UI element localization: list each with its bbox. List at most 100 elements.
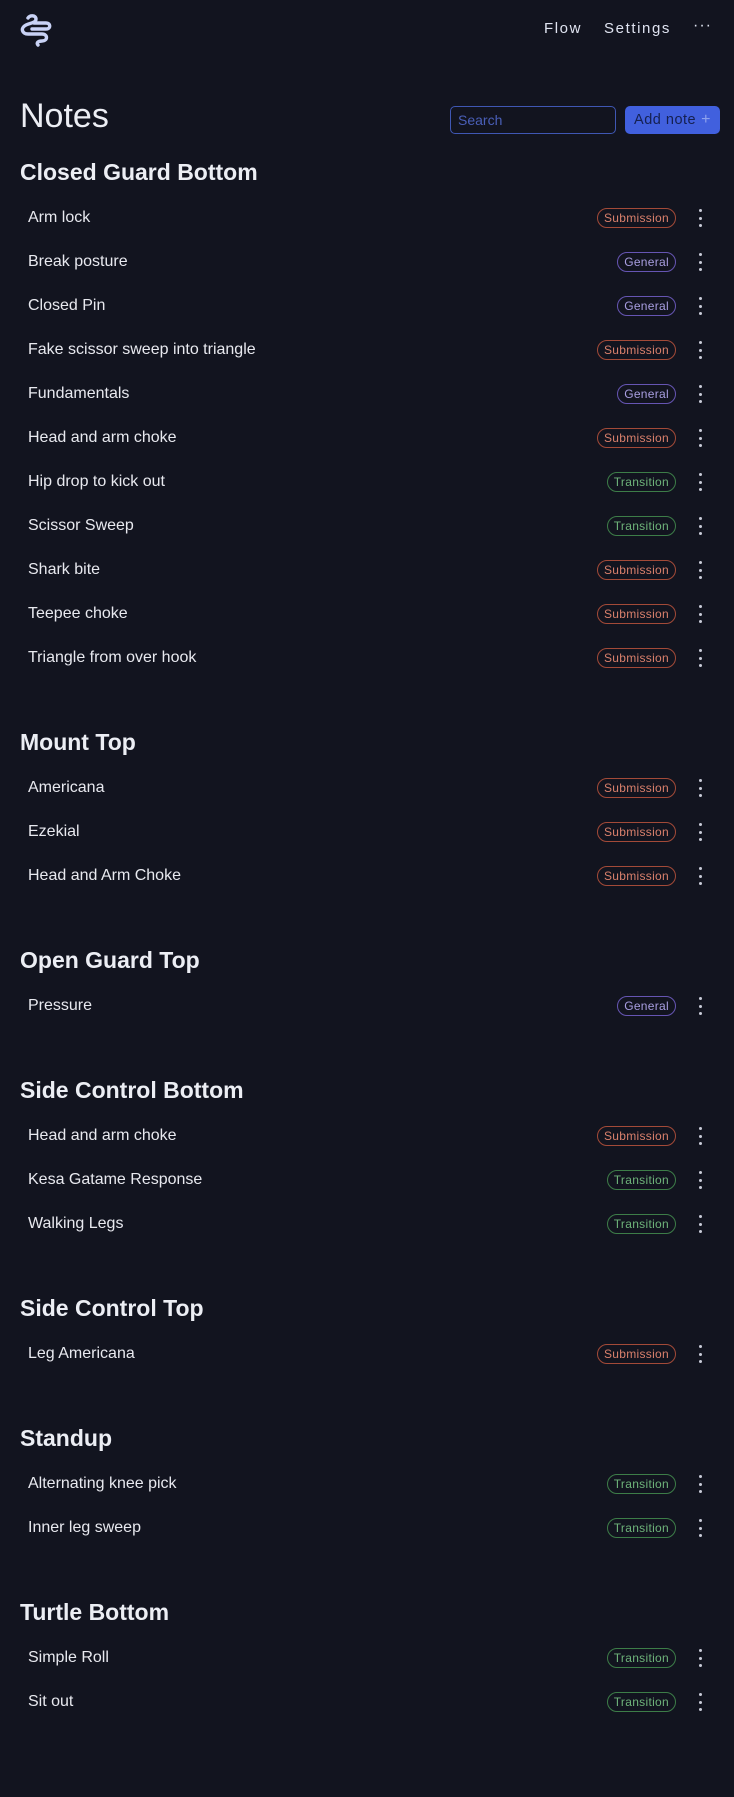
tag-badge: General xyxy=(617,252,676,272)
dot xyxy=(698,1700,702,1704)
kebab-menu-icon[interactable] xyxy=(696,1215,704,1233)
kebab-menu-icon[interactable] xyxy=(696,649,704,667)
note-row[interactable]: Walking Legs Transition xyxy=(0,1202,734,1246)
kebab-menu-icon[interactable] xyxy=(696,1345,704,1363)
kebab-menu-icon[interactable] xyxy=(696,1649,704,1667)
note-section: Side Control Top Leg Americana Submission xyxy=(0,1288,734,1376)
note-row[interactable]: Arm lock Submission xyxy=(0,196,734,240)
dot xyxy=(698,576,702,579)
dot xyxy=(698,605,702,608)
kebab-menu-icon[interactable] xyxy=(696,867,704,885)
add-note-label: Add note xyxy=(634,112,697,128)
kebab-menu-icon[interactable] xyxy=(696,1127,704,1145)
wind-icon[interactable] xyxy=(18,13,54,47)
note-row[interactable]: Hip drop to kick out Transition xyxy=(0,460,734,504)
note-row[interactable]: Americana Submission xyxy=(0,766,734,810)
note-row[interactable]: Shark bite Submission xyxy=(0,548,734,592)
dot xyxy=(698,664,702,667)
kebab-menu-icon[interactable] xyxy=(696,823,704,841)
section-title: Turtle Bottom xyxy=(20,1599,170,1625)
kebab-menu-icon[interactable] xyxy=(696,1693,704,1711)
kebab-menu-icon[interactable] xyxy=(696,253,704,271)
dot xyxy=(698,348,702,352)
search-input[interactable] xyxy=(450,106,616,134)
section-title: Mount Top xyxy=(20,729,136,755)
kebab-menu-icon[interactable] xyxy=(696,473,704,491)
dot xyxy=(698,561,702,564)
page-title: Notes xyxy=(20,97,109,135)
kebab-menu-icon[interactable] xyxy=(696,209,704,227)
dot xyxy=(698,253,702,256)
kebab-menu-icon[interactable] xyxy=(696,297,704,315)
note-row[interactable]: Alternating knee pick Transition xyxy=(0,1462,734,1506)
note-row[interactable]: Leg Americana Submission xyxy=(0,1332,734,1376)
dot xyxy=(698,1178,702,1182)
dot xyxy=(698,1345,702,1348)
plus-icon: + xyxy=(701,111,711,128)
dot xyxy=(698,830,702,834)
dot xyxy=(698,1534,702,1537)
dot xyxy=(698,1222,702,1226)
kebab-menu-icon[interactable] xyxy=(696,341,704,359)
note-row[interactable]: Fake scissor sweep into triangle Submissi… xyxy=(0,328,734,372)
tag-badge: General xyxy=(617,296,676,316)
dot xyxy=(698,867,702,870)
tag-badge: Transition xyxy=(606,516,676,536)
dot xyxy=(698,1352,702,1356)
note-row[interactable]: Teepee choke Submission xyxy=(0,592,734,636)
dot xyxy=(698,356,702,359)
dot xyxy=(698,620,702,623)
dot xyxy=(698,1186,702,1189)
nav-flow[interactable]: Flow xyxy=(544,20,582,37)
kebab-menu-icon[interactable] xyxy=(696,1475,704,1493)
kebab-menu-icon[interactable] xyxy=(696,605,704,623)
note-section: Side Control Bottom Head and arm choke Sub… xyxy=(0,1070,734,1246)
note-row[interactable]: Head and arm choke Submission xyxy=(0,1114,734,1158)
dot xyxy=(698,1134,702,1138)
dot xyxy=(698,224,702,227)
dot xyxy=(698,1490,702,1493)
tag-badge: Submission xyxy=(596,428,676,448)
dot xyxy=(698,612,702,616)
dot xyxy=(698,1360,702,1363)
note-row[interactable]: Head and arm choke Submission xyxy=(0,416,734,460)
note-row[interactable]: Fundamentals General xyxy=(0,372,734,416)
note-row[interactable]: Break posture General xyxy=(0,240,734,284)
tag-badge: Transition xyxy=(606,1214,676,1234)
dot xyxy=(698,568,702,572)
kebab-menu-icon[interactable] xyxy=(696,997,704,1015)
dot xyxy=(698,400,702,403)
kebab-menu-icon[interactable] xyxy=(696,779,704,797)
more-menu-icon[interactable]: ··· xyxy=(693,17,712,34)
note-row[interactable]: Triangle from over hook Submission xyxy=(0,636,734,680)
dot xyxy=(698,488,702,491)
nav-settings[interactable]: Settings xyxy=(604,20,671,37)
add-note-button[interactable]: Add note + xyxy=(625,106,720,134)
note-row[interactable]: Scissor Sweep Transition xyxy=(0,504,734,548)
note-row[interactable]: Inner leg sweep Transition xyxy=(0,1506,734,1550)
kebab-menu-icon[interactable] xyxy=(696,517,704,535)
note-row[interactable]: Kesa Gatame Response Transition xyxy=(0,1158,734,1202)
dot xyxy=(698,297,702,300)
note-row[interactable]: Pressure General xyxy=(0,984,734,1028)
kebab-menu-icon[interactable] xyxy=(696,429,704,447)
dot xyxy=(698,444,702,447)
note-section: Turtle Bottom Simple Roll Transition Sit ou… xyxy=(0,1592,734,1724)
note-row[interactable]: Ezekial Submission xyxy=(0,810,734,854)
note-row[interactable]: Head and Arm Choke Submission xyxy=(0,854,734,898)
kebab-menu-icon[interactable] xyxy=(696,561,704,579)
dot xyxy=(698,524,702,528)
dot xyxy=(698,1012,702,1015)
tag-badge: Submission xyxy=(596,340,676,360)
dot xyxy=(698,1649,702,1652)
dot xyxy=(698,312,702,315)
note-row[interactable]: Simple Roll Transition xyxy=(0,1636,734,1680)
dot xyxy=(698,209,702,212)
note-row[interactable]: Closed Pin General xyxy=(0,284,734,328)
note-row[interactable]: Sit out Transition xyxy=(0,1680,734,1724)
kebab-menu-icon[interactable] xyxy=(696,385,704,403)
tag-badge: Submission xyxy=(596,866,676,886)
kebab-menu-icon[interactable] xyxy=(696,1519,704,1537)
dot xyxy=(698,1171,702,1174)
kebab-menu-icon[interactable] xyxy=(696,1171,704,1189)
